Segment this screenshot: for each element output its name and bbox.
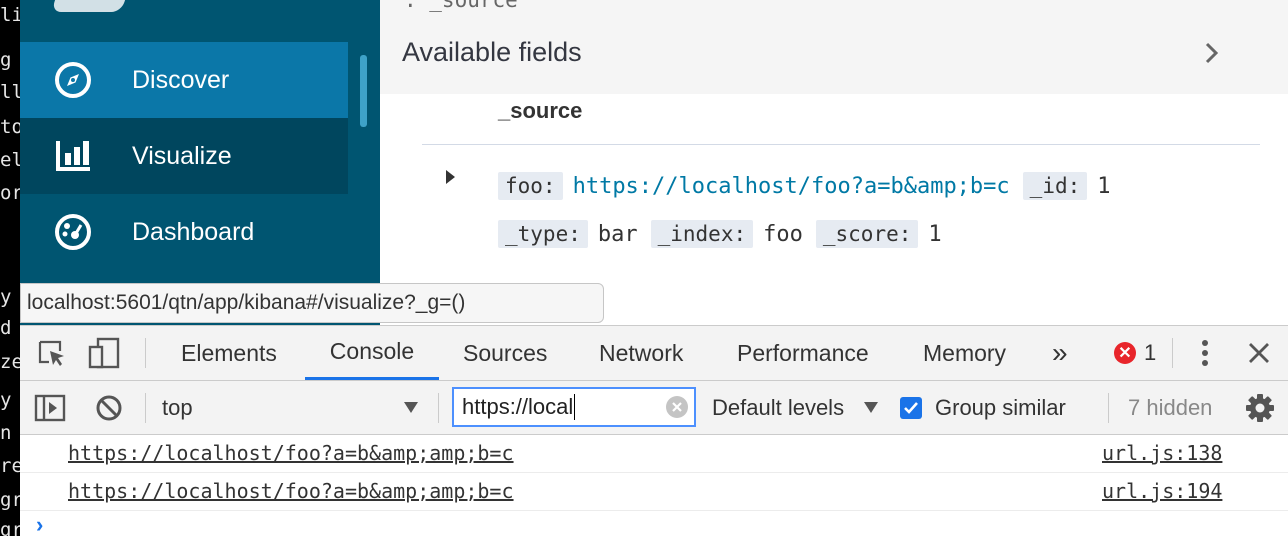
terminal-text: ze xyxy=(0,351,20,373)
console-source-link[interactable]: url.js:138 xyxy=(1102,441,1222,465)
field-value: 1 xyxy=(1097,173,1111,199)
terminal-text: el xyxy=(0,149,20,171)
log-levels-value: Default levels xyxy=(712,394,845,420)
close-icon[interactable] xyxy=(1246,340,1272,366)
previous-field-label: : _source xyxy=(404,0,518,12)
error-icon: ✕ xyxy=(1114,342,1136,364)
devtools-tabbar: Elements Console Sources Network Perform… xyxy=(20,326,1288,381)
kibana-logo-icon[interactable] xyxy=(51,0,135,12)
toolbar-separator xyxy=(1108,393,1109,423)
field-value: bar xyxy=(597,221,638,247)
terminal-text: n xyxy=(0,422,12,444)
sidebar-item-label: Dashboard xyxy=(132,217,255,246)
kibana-sidebar: Discover Visualize Dashboard xyxy=(20,0,380,325)
dropdown-arrow-icon[interactable] xyxy=(404,402,418,413)
dashboard-gauge-icon xyxy=(53,212,93,252)
terminal-text: re xyxy=(0,455,20,477)
tab-performance[interactable]: Performance xyxy=(737,326,869,380)
field-key: foo: xyxy=(498,172,563,200)
console-source-link[interactable]: url.js:194 xyxy=(1102,479,1222,503)
error-count-badge[interactable]: ✕ 1 xyxy=(1114,340,1156,366)
tab-elements[interactable]: Elements xyxy=(181,326,277,380)
more-tabs-icon[interactable]: » xyxy=(1052,326,1068,380)
document-row-line: _type: bar _index: foo _score: 1 xyxy=(498,217,955,251)
discover-main: : _source Available fields _source foo: … xyxy=(380,0,1288,325)
clear-filter-icon[interactable] xyxy=(666,396,688,418)
available-fields-title: Available fields xyxy=(402,37,582,67)
filter-value: https://local xyxy=(462,394,574,419)
inspect-element-icon[interactable] xyxy=(36,339,68,369)
available-fields-header[interactable]: : _source Available fields xyxy=(380,0,1288,94)
hidden-messages-count: 7 hidden xyxy=(1128,394,1213,420)
tab-console[interactable]: Console xyxy=(305,326,439,380)
kebab-menu-icon[interactable] xyxy=(1194,338,1216,368)
device-toolbar-icon[interactable] xyxy=(88,337,122,369)
tab-sources[interactable]: Sources xyxy=(463,326,547,380)
field-key: _id: xyxy=(1022,172,1088,200)
sidebar-toggle-icon[interactable] xyxy=(34,393,66,423)
group-similar-label[interactable]: Group similar xyxy=(935,381,1066,434)
terminal-text: gr xyxy=(0,489,20,511)
context-select[interactable]: top xyxy=(162,381,424,434)
toolbar-separator xyxy=(145,338,146,368)
text-caret xyxy=(574,394,576,420)
field-value: foo xyxy=(763,221,803,247)
terminal-text: li xyxy=(0,4,20,26)
terminal-text: to xyxy=(0,116,20,138)
clear-console-icon[interactable] xyxy=(94,393,124,423)
source-column-header[interactable]: _source xyxy=(498,98,582,124)
tab-memory[interactable]: Memory xyxy=(923,326,1006,380)
field-value: 1 xyxy=(928,221,942,247)
terminal-text: y xyxy=(0,286,12,308)
console-toolbar: top https://local Default levels Group s… xyxy=(20,381,1288,435)
field-key: _index: xyxy=(650,220,754,248)
sidebar-item-visualize[interactable]: Visualize xyxy=(20,118,348,194)
sidebar-item-label: Discover xyxy=(132,65,230,94)
devtools-panel: Elements Console Sources Network Perform… xyxy=(20,325,1288,537)
toolbar-separator xyxy=(145,393,146,423)
sidebar-scrollbar[interactable] xyxy=(360,55,367,127)
terminal-text: d xyxy=(0,317,12,339)
console-message-link[interactable]: https://localhost/foo?a=b&amp;amp;b=c xyxy=(68,441,514,465)
expand-row-icon[interactable] xyxy=(446,170,455,184)
sidebar-item-dashboard[interactable]: Dashboard xyxy=(20,194,348,270)
log-levels-select[interactable]: Default levels xyxy=(712,381,844,434)
console-message-link[interactable]: https://localhost/foo?a=b&amp;amp;b=c xyxy=(68,479,514,503)
sidebar-item-label: Visualize xyxy=(132,141,232,170)
console-message: https://localhost/foo?a=b&amp;amp;b=c ur… xyxy=(20,473,1288,511)
sidebar-item-discover[interactable]: Discover xyxy=(20,42,348,118)
error-count: 1 xyxy=(1144,340,1157,365)
terminal-text: lle xyxy=(0,81,20,103)
console-filter-input[interactable]: https://local xyxy=(452,387,696,427)
console-prompt-icon[interactable]: › xyxy=(36,512,43,538)
document-row-line: foo: https://localhost/foo?a=b&amp;b=c _… xyxy=(498,169,1124,203)
field-value-link[interactable]: https://localhost/foo?a=b&amp;b=c xyxy=(573,174,1010,199)
tab-network[interactable]: Network xyxy=(599,326,683,380)
terminal-text: gr xyxy=(0,519,20,536)
terminal-background: li g lle to el or y d ze y n re gr gr xyxy=(0,0,20,536)
compass-icon xyxy=(53,60,93,100)
terminal-text: or xyxy=(0,182,20,204)
group-similar-checkbox[interactable] xyxy=(900,397,922,419)
context-value: top xyxy=(162,394,193,420)
dropdown-arrow-icon[interactable] xyxy=(864,402,878,413)
field-key: _type: xyxy=(498,220,588,248)
gear-icon[interactable] xyxy=(1244,393,1276,423)
toolbar-separator xyxy=(1172,338,1173,368)
divider xyxy=(422,144,1260,145)
toolbar-separator xyxy=(438,393,439,423)
console-message: https://localhost/foo?a=b&amp;amp;b=c ur… xyxy=(20,435,1288,473)
chevron-right-icon[interactable] xyxy=(1202,38,1222,68)
terminal-text: g xyxy=(0,49,12,71)
terminal-text: y xyxy=(0,389,12,411)
bar-chart-icon xyxy=(53,136,93,176)
field-key: _score: xyxy=(815,220,919,248)
link-url-tooltip: localhost:5601/qtn/app/kibana#/visualize… xyxy=(20,283,604,323)
